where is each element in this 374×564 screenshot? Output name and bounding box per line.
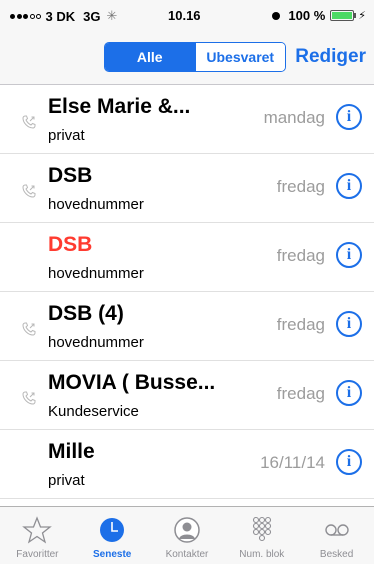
call-row[interactable]: MOVIA ( Busse... Kundeservice fredag i — [0, 361, 374, 430]
info-icon[interactable]: i — [336, 449, 362, 475]
caller-label: hovednummer — [48, 334, 144, 351]
signal-dot — [10, 13, 15, 19]
call-row[interactable]: Mille privat 16/11/14 i — [0, 430, 374, 499]
status-time: 10.16 — [168, 8, 201, 23]
call-date: fredag — [276, 246, 325, 265]
call-date: 16/11/14 — [260, 453, 325, 472]
info-icon[interactable]: i — [336, 104, 362, 130]
keypad-icon — [246, 515, 278, 545]
caller-label: privat — [48, 127, 85, 144]
tab-label: Num. blok — [239, 549, 285, 560]
caller-name: MOVIA ( Busse... — [48, 371, 216, 394]
signal-dot — [23, 13, 28, 19]
recent-calls-list: Else Marie &... privat mandag i DSB hovednumm… — [0, 85, 374, 539]
battery-percent: 100 % — [288, 8, 326, 23]
tab-num-blok[interactable]: Num. blok — [224, 507, 299, 564]
caller-name: DSB — [48, 164, 93, 187]
call-row[interactable]: DSB (4) hovednummer fredag i — [0, 292, 374, 361]
signal-dot-empty — [29, 13, 35, 19]
segment-missed[interactable]: Ubesvaret — [194, 43, 285, 71]
tab-kontakter[interactable]: Kontakter — [150, 507, 225, 564]
status-bar: 3 DK 3G ✳ 10.16 100 % ⚡ — [0, 0, 374, 26]
caller-name: Else Marie &... — [48, 95, 191, 118]
navigation-bar: Alle Ubesvaret Rediger — [0, 26, 374, 85]
call-date: fredag — [276, 384, 325, 403]
info-icon[interactable]: i — [336, 173, 362, 199]
alarm-icon — [272, 11, 281, 20]
info-icon[interactable]: i — [336, 380, 362, 406]
caller-name: DSB (4) — [48, 302, 124, 325]
network-type: 3G — [83, 8, 101, 24]
signal-carrier: 3 DK 3G ✳ — [10, 8, 117, 24]
tab-label: Favoritter — [16, 549, 59, 560]
outgoing-call-icon — [22, 115, 36, 129]
charging-icon: ⚡ — [358, 10, 366, 22]
tab-label: Seneste — [93, 549, 132, 560]
caller-label: privat — [48, 472, 85, 489]
caller-label: Kundeservice — [48, 403, 139, 420]
star-icon — [21, 515, 53, 545]
battery-icon — [330, 10, 357, 21]
call-row[interactable]: DSB hovednummer fredag i — [0, 154, 374, 223]
call-date: fredag — [276, 177, 325, 196]
signal-dot — [16, 13, 22, 19]
tab-label: Kontakter — [165, 549, 209, 560]
tab-favoritter[interactable]: Favoritter — [0, 507, 75, 564]
signal-dot-empty — [36, 13, 41, 19]
caller-label: hovednummer — [48, 265, 144, 282]
outgoing-call-icon — [22, 391, 36, 405]
voicemail-icon — [321, 515, 353, 545]
caller-label: hovednummer — [48, 196, 144, 213]
contact-icon — [171, 515, 203, 545]
activity-spinner-icon: ✳ — [106, 8, 118, 23]
tab-bar: Favoritter Seneste Kontakter Num. blok Beske… — [0, 506, 374, 564]
tab-label: Besked — [319, 549, 354, 560]
caller-name: Mille — [48, 440, 95, 463]
clock-icon — [96, 515, 128, 545]
call-row[interactable]: Else Marie &... privat mandag i — [0, 85, 374, 154]
battery-area: 100 % ⚡ — [272, 8, 366, 23]
info-icon[interactable]: i — [336, 242, 362, 268]
caller-name: DSB — [48, 233, 93, 256]
segment-all[interactable]: Alle — [105, 43, 195, 71]
call-row[interactable]: DSB hovednummer fredag i — [0, 223, 374, 292]
tab-seneste[interactable]: Seneste — [75, 507, 150, 564]
edit-button[interactable]: Rediger — [295, 46, 366, 68]
outgoing-call-icon — [22, 322, 36, 336]
filter-segmented-control: Alle Ubesvaret — [104, 42, 286, 72]
tab-besked[interactable]: Besked — [299, 507, 374, 564]
info-icon[interactable]: i — [336, 311, 362, 337]
call-date: mandag — [263, 108, 325, 127]
call-date: fredag — [276, 315, 325, 334]
carrier-name: 3 DK — [45, 8, 76, 24]
outgoing-call-icon — [22, 184, 36, 198]
